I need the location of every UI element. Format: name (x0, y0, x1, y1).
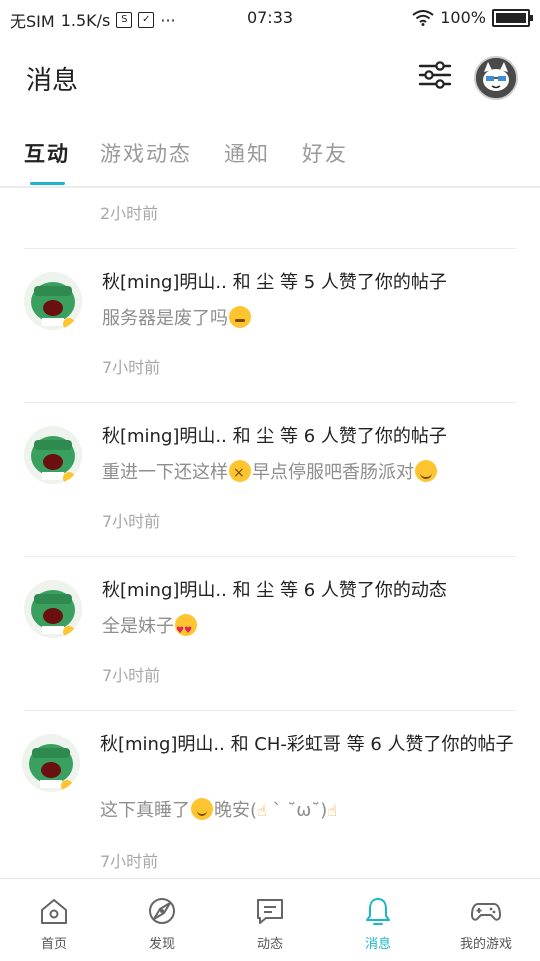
smirk-emoji-icon (415, 460, 437, 482)
item-content-text: ` ˘ω˘) (266, 800, 328, 821)
monster-avatar-icon (22, 734, 80, 792)
bottom-navigation: 首页 发现 动态 消息 我的游戏 (0, 878, 540, 961)
list-item[interactable]: 秋[ming]明山.. 和 尘 等 6 人赞了你的帖子 重进一下还这样 早点停服吧… (0, 402, 540, 556)
item-title: 秋[ming]明山.. 和 尘 等 6 人赞了你的动态 (102, 580, 447, 601)
status-bar: 无SIM 1.5K/s S ✓ ··· 07:33 100% (0, 0, 540, 36)
tab-friends[interactable]: 好友 (302, 138, 348, 168)
nav-feed[interactable]: 动态 (216, 879, 324, 961)
avatar[interactable] (24, 426, 82, 484)
list-item[interactable]: 秋[ming]明山.. 和 尘 等 5 人赞了你的帖子 服务器是废了吗 7小时前 (0, 248, 540, 402)
monster-avatar-icon (24, 580, 82, 638)
list-item[interactable]: 秋[ming]明山.. 和 CH-彩虹哥 等 6 人赞了你的帖子 这下真睡了 晚安… (0, 710, 540, 878)
gamepad-icon (471, 903, 501, 921)
item-content: 这下真睡了 晚安(☝ ` ˘ω˘)☝ (100, 796, 520, 826)
cat-avatar-icon (476, 58, 516, 98)
angry-emoji-icon (229, 458, 251, 488)
avatar[interactable] (24, 580, 82, 638)
item-content-text: 晚安( (214, 800, 258, 821)
nav-label: 消息 (364, 937, 391, 952)
item-title: 秋[ming]明山.. 和 尘 等 6 人赞了你的帖子 (102, 426, 447, 447)
page-title: 消息 (26, 66, 79, 96)
thinking-emoji-icon (229, 306, 251, 328)
item-content-text: 早点停服吧香肠派对 (252, 462, 414, 483)
pointing-hand-icon: ☝ (257, 801, 267, 820)
nav-label: 首页 (40, 937, 67, 952)
nav-home[interactable]: 首页 (0, 879, 108, 961)
monster-avatar-icon (24, 272, 82, 330)
item-time: 7小时前 (102, 666, 161, 685)
nav-messages[interactable]: 消息 (324, 879, 432, 961)
item-time: 7小时前 (102, 358, 161, 377)
tab-notifications[interactable]: 通知 (224, 138, 270, 168)
active-tab-indicator (30, 182, 65, 185)
nav-label: 动态 (256, 937, 283, 952)
discover-icon (149, 898, 175, 924)
home-icon (41, 899, 67, 924)
pointing-hand-icon: ☝ (327, 801, 338, 820)
header: 消息 (0, 36, 540, 120)
smile-emoji-icon (191, 798, 213, 820)
bell-icon (366, 898, 390, 925)
status-time: 07:33 (246, 8, 294, 27)
monster-avatar-icon (24, 426, 82, 484)
nav-label: 我的游戏 (459, 937, 512, 952)
tab-bar: 互动 游戏动态 通知 好友 (0, 128, 540, 188)
nav-label: 发现 (148, 937, 175, 952)
list-item[interactable]: 秋[ming]明山.. 和 尘 等 6 人赞了你的动态 全是妹子 7小时前 (0, 556, 540, 710)
item-time: 7小时前 (100, 852, 159, 871)
filter-settings-icon[interactable] (418, 58, 452, 92)
avatar[interactable] (24, 272, 82, 330)
item-content: 全是妹子 (102, 612, 520, 646)
item-content: 服务器是废了吗 (102, 304, 520, 334)
heart-eyes-emoji-icon (175, 614, 197, 646)
tab-interaction[interactable]: 互动 (24, 138, 70, 168)
item-content-text: 这下真睡了 (100, 800, 190, 821)
nav-my-games[interactable]: 我的游戏 (432, 879, 540, 961)
item-content-text: 服务器是废了吗 (102, 308, 228, 329)
battery-percent: 100% (440, 8, 486, 27)
item-title: 秋[ming]明山.. 和 CH-彩虹哥 等 6 人赞了你的帖子 (100, 734, 514, 755)
battery-icon (492, 8, 533, 27)
tab-game-news[interactable]: 游戏动态 (100, 138, 192, 168)
item-content-text: 重进一下还这样 (102, 462, 228, 483)
item-title: 秋[ming]明山.. 和 尘 等 5 人赞了你的帖子 (102, 272, 447, 293)
item-content: 重进一下还这样 早点停服吧香肠派对 (102, 458, 520, 488)
message-list[interactable]: 2小时前 秋[ming]明山.. 和 尘 等 5 人赞了你的帖子 服务器是废了吗… (0, 188, 540, 878)
user-avatar[interactable] (474, 56, 518, 100)
wifi-icon (412, 9, 434, 26)
avatar[interactable] (22, 734, 80, 792)
nav-discover[interactable]: 发现 (108, 879, 216, 961)
feed-icon (257, 899, 283, 924)
item-time: 2小时前 (100, 204, 159, 223)
item-content-text: 全是妹子 (102, 616, 174, 637)
item-time: 7小时前 (102, 512, 161, 531)
